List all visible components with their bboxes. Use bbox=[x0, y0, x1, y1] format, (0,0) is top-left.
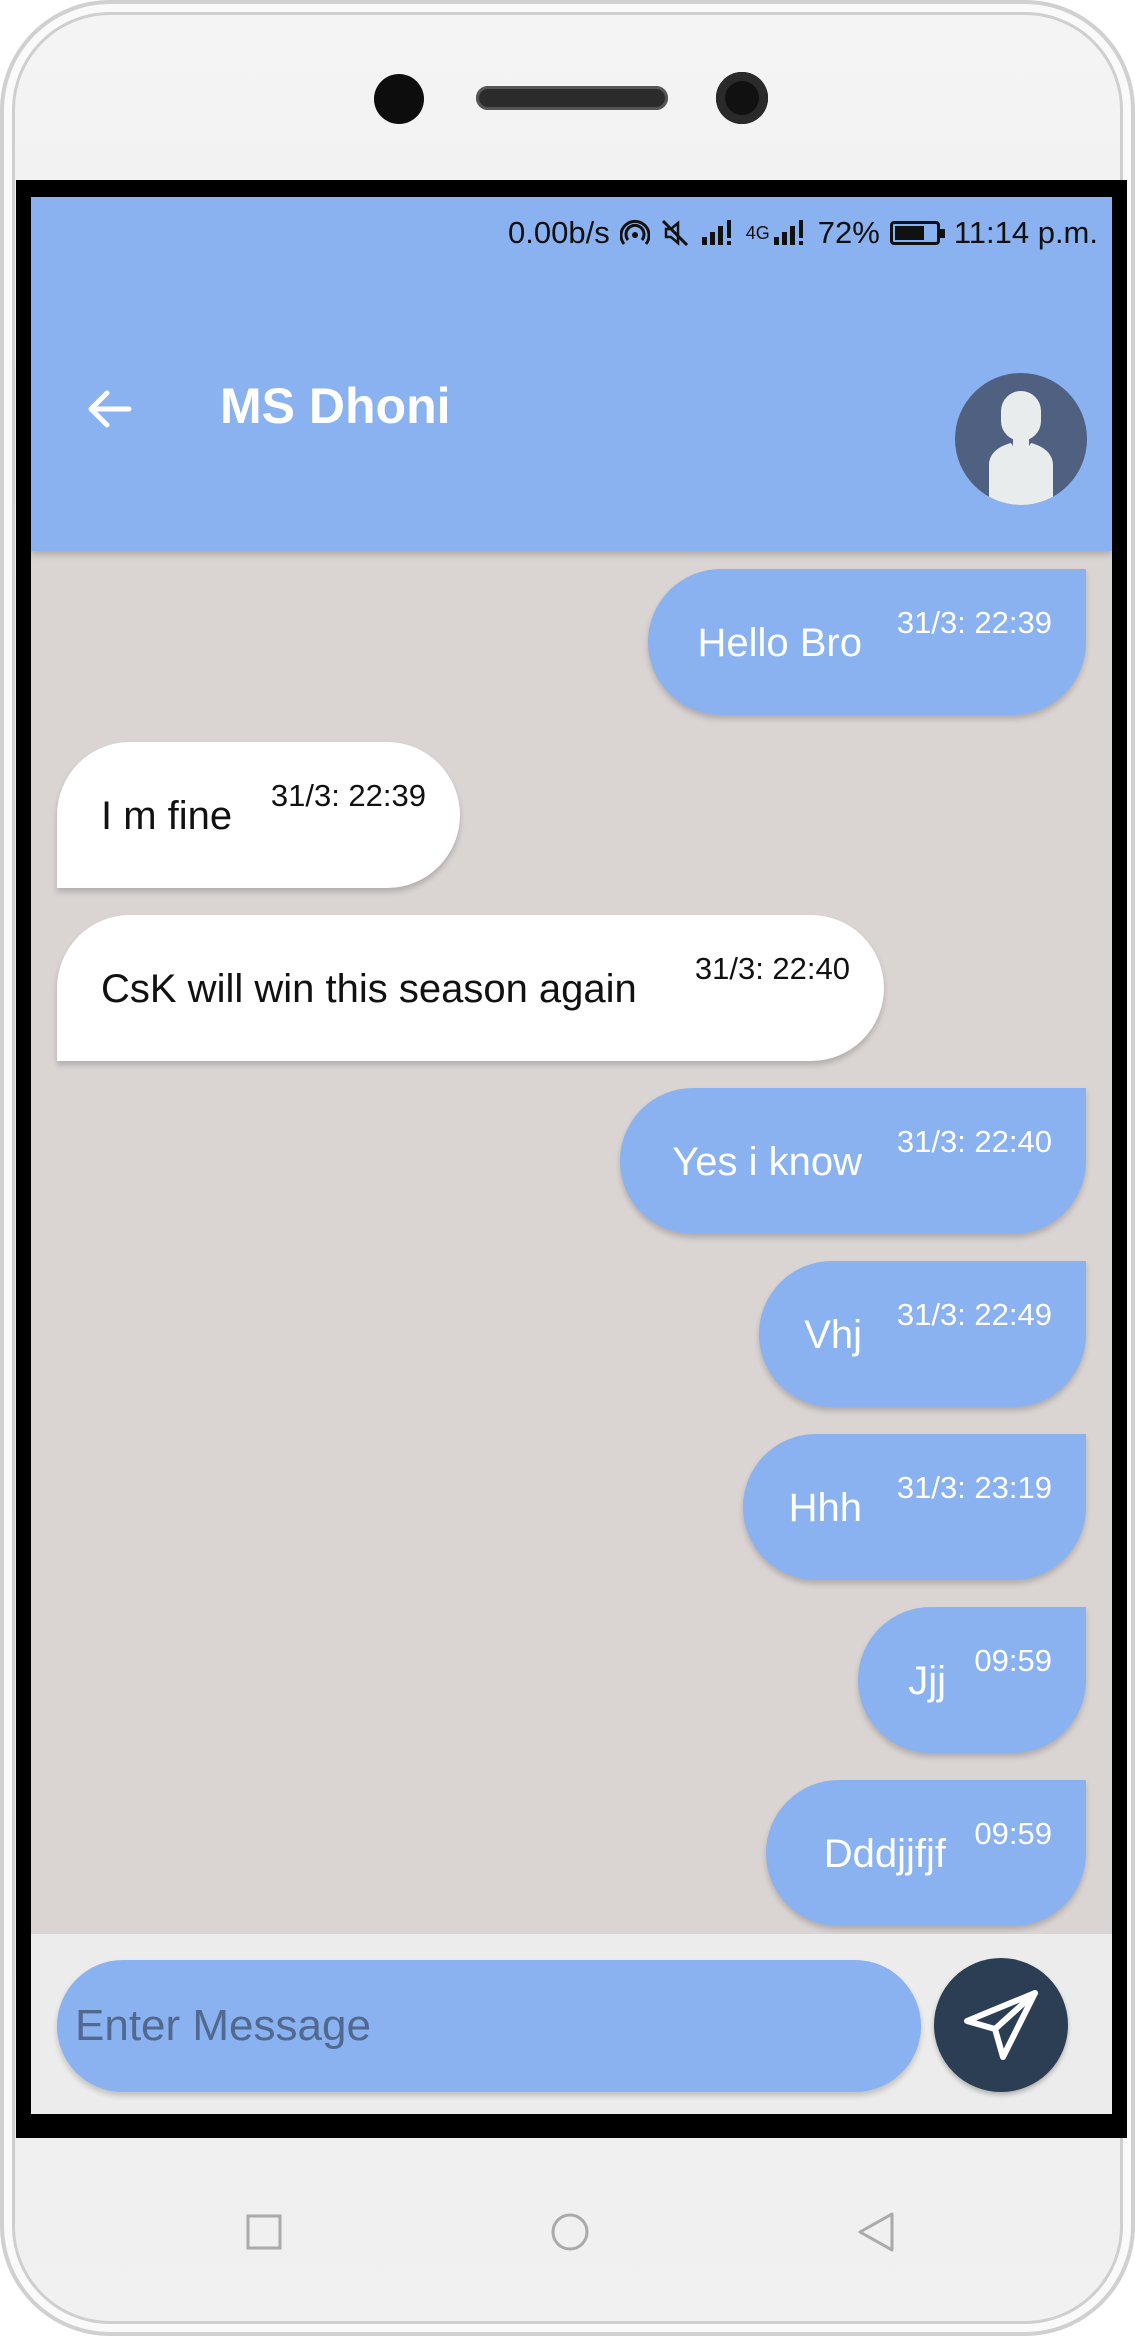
recent-apps-button[interactable] bbox=[234, 2202, 294, 2262]
battery-icon bbox=[889, 221, 945, 245]
message-text: I m fine bbox=[101, 794, 233, 838]
signal-icon bbox=[700, 219, 736, 247]
message-input[interactable] bbox=[57, 1960, 921, 2092]
contact-avatar[interactable] bbox=[955, 373, 1087, 505]
message-time: 31/3: 22:40 bbox=[896, 1124, 1052, 1159]
message-time: 31/3: 22:49 bbox=[896, 1297, 1052, 1332]
paper-plane-icon bbox=[964, 1990, 1038, 2060]
message-text: Hello Bro bbox=[697, 621, 862, 665]
signal-4g-icon: 4G bbox=[746, 219, 808, 247]
message-bubble[interactable]: Hello Bro 31/3: 22:39 bbox=[648, 569, 1086, 715]
battery-fill bbox=[894, 226, 924, 240]
message-bubble[interactable]: Yes i know 31/3: 22:40 bbox=[620, 1088, 1086, 1234]
message-bubble[interactable]: Hhh 31/3: 23:19 bbox=[743, 1434, 1086, 1580]
phone-frame: 0.00b/s 4G 72% 11:14 p.m. MS Dhoni Hello… bbox=[0, 0, 1135, 2336]
square-icon bbox=[246, 2214, 282, 2250]
message-text: Dddjjfjf bbox=[823, 1832, 946, 1876]
home-button[interactable] bbox=[540, 2202, 600, 2262]
message-bubble[interactable]: CsK will win this season again 31/3: 22:4… bbox=[57, 915, 884, 1061]
triangle-back-icon bbox=[858, 2212, 894, 2252]
battery-percent: 72% bbox=[817, 215, 880, 250]
clock: 11:14 p.m. bbox=[953, 215, 1098, 250]
app-bar: 0.00b/s 4G 72% 11:14 p.m. MS Dhoni bbox=[31, 197, 1112, 551]
message-time: 31/3: 22:39 bbox=[270, 778, 426, 813]
contact-name: MS Dhoni bbox=[220, 378, 451, 434]
nav-back-button[interactable] bbox=[846, 2202, 906, 2262]
mute-icon bbox=[660, 218, 690, 248]
hotspot-icon bbox=[619, 218, 650, 248]
circle-icon bbox=[551, 2213, 589, 2251]
screen: 0.00b/s 4G 72% 11:14 p.m. MS Dhoni Hello… bbox=[31, 197, 1112, 2114]
message-time: 31/3: 22:39 bbox=[896, 605, 1052, 640]
back-button[interactable] bbox=[79, 379, 139, 439]
earpiece-speaker bbox=[476, 86, 668, 110]
message-text: Jjj bbox=[908, 1659, 946, 1703]
message-text: Hhh bbox=[788, 1486, 862, 1530]
message-time: 31/3: 23:19 bbox=[896, 1470, 1052, 1505]
message-time: 09:59 bbox=[974, 1816, 1052, 1851]
front-sensor bbox=[374, 74, 424, 124]
message-text: CsK will win this season again bbox=[101, 967, 637, 1011]
message-time: 31/3: 22:40 bbox=[694, 951, 850, 986]
message-bubble[interactable]: Vhj 31/3: 22:49 bbox=[759, 1261, 1086, 1407]
composer-bar bbox=[31, 1934, 1112, 2114]
message-list[interactable]: Hello Bro 31/3: 22:39 I m fine 31/3: 22:39 C… bbox=[31, 551, 1112, 2114]
person-silhouette-icon bbox=[989, 391, 1053, 505]
message-bubble[interactable]: Dddjjfjf 09:59 bbox=[766, 1780, 1086, 1926]
network-speed: 0.00b/s bbox=[508, 215, 610, 250]
arrow-left-icon bbox=[88, 390, 132, 428]
message-time: 09:59 bbox=[974, 1643, 1052, 1678]
message-text: Vhj bbox=[804, 1313, 862, 1357]
front-camera bbox=[716, 72, 768, 124]
status-bar: 0.00b/s 4G 72% 11:14 p.m. bbox=[508, 213, 1098, 253]
message-bubble[interactable]: Jjj 09:59 bbox=[858, 1607, 1086, 1753]
network-type: 4G bbox=[745, 222, 770, 243]
send-button[interactable] bbox=[934, 1958, 1068, 2092]
message-bubble[interactable]: I m fine 31/3: 22:39 bbox=[57, 742, 460, 888]
message-text: Yes i know bbox=[672, 1140, 862, 1184]
